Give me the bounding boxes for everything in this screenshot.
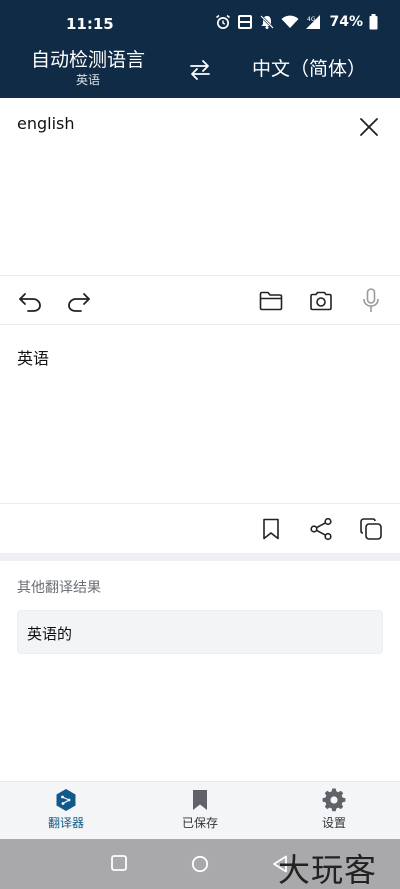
source-language-label: 自动检测语言: [30, 49, 145, 71]
recents-button[interactable]: [111, 855, 127, 875]
alternative-translations: 其他翻译结果 英语的: [0, 561, 400, 781]
app-header: 11:15 4G 74% 自动检测语言 英语 中文（简体）: [0, 0, 400, 98]
microphone-icon: [363, 288, 379, 312]
undo-button[interactable]: [17, 288, 43, 314]
volte-icon: [237, 14, 253, 30]
output-toolbar: [0, 503, 400, 553]
undo-icon: [19, 293, 41, 312]
detected-language-label: 英语: [75, 73, 100, 87]
status-icons: 4G 74%: [215, 14, 378, 30]
nav-translator-label: 翻译器: [47, 816, 84, 830]
microphone-button[interactable]: [358, 288, 384, 314]
nav-settings-label: 设置: [321, 816, 346, 830]
bookmark-filled-icon: [193, 790, 207, 810]
battery-percent: 74%: [329, 14, 363, 30]
alternative-text: 英语的: [27, 625, 73, 643]
status-bar: 11:15 4G 74%: [0, 0, 400, 48]
open-file-button[interactable]: [258, 288, 284, 314]
bookmark-icon: [263, 518, 279, 540]
source-language-selector[interactable]: 自动检测语言 英语: [18, 48, 158, 88]
close-icon: [360, 118, 378, 136]
redo-button[interactable]: [66, 288, 92, 314]
swap-languages-button[interactable]: [184, 56, 216, 84]
source-text[interactable]: english: [17, 114, 75, 133]
bottom-navigation: 翻译器 已保存 设置: [0, 781, 400, 839]
translator-logo-icon: [56, 789, 76, 811]
circle-icon: [191, 855, 209, 873]
list-item[interactable]: 英语的: [17, 610, 383, 654]
watermark-text: 大玩客: [278, 851, 378, 889]
status-time: 11:15: [66, 15, 114, 33]
translation-text[interactable]: 英语: [17, 345, 49, 369]
nav-settings[interactable]: 设置: [284, 788, 384, 834]
share-button[interactable]: [308, 516, 334, 542]
clear-input-button[interactable]: [358, 116, 384, 142]
svg-text:4G: 4G: [307, 16, 316, 23]
alarm-icon: [215, 14, 231, 30]
cell-signal-icon: 4G: [305, 14, 321, 30]
nav-saved[interactable]: 已保存: [150, 788, 250, 834]
camera-button[interactable]: [308, 288, 334, 314]
copy-button[interactable]: [358, 516, 384, 542]
source-text-area[interactable]: english: [0, 98, 400, 276]
mute-icon: [259, 14, 275, 30]
folder-icon: [259, 291, 283, 311]
save-translation-button[interactable]: [258, 516, 284, 542]
camera-icon: [310, 291, 332, 311]
square-icon: [111, 855, 127, 871]
home-button[interactable]: [191, 855, 209, 877]
gear-icon: [322, 788, 346, 812]
input-toolbar: [0, 275, 400, 325]
system-navigation-bar: 大玩客: [0, 839, 400, 889]
redo-icon: [68, 293, 90, 312]
swap-icon: [190, 60, 210, 80]
section-divider: [0, 553, 400, 561]
language-bar: 自动检测语言 英语 中文（简体）: [0, 48, 400, 98]
wifi-icon: [281, 15, 299, 29]
share-icon: [310, 517, 332, 541]
copy-icon: [360, 518, 382, 540]
target-language-selector[interactable]: 中文（简体）: [236, 57, 382, 81]
battery-icon: [369, 14, 378, 30]
translation-output-area[interactable]: 英语: [0, 325, 400, 503]
nav-saved-label: 已保存: [181, 816, 218, 830]
alternatives-title: 其他翻译结果: [17, 580, 101, 596]
nav-translator[interactable]: 翻译器: [16, 788, 116, 834]
